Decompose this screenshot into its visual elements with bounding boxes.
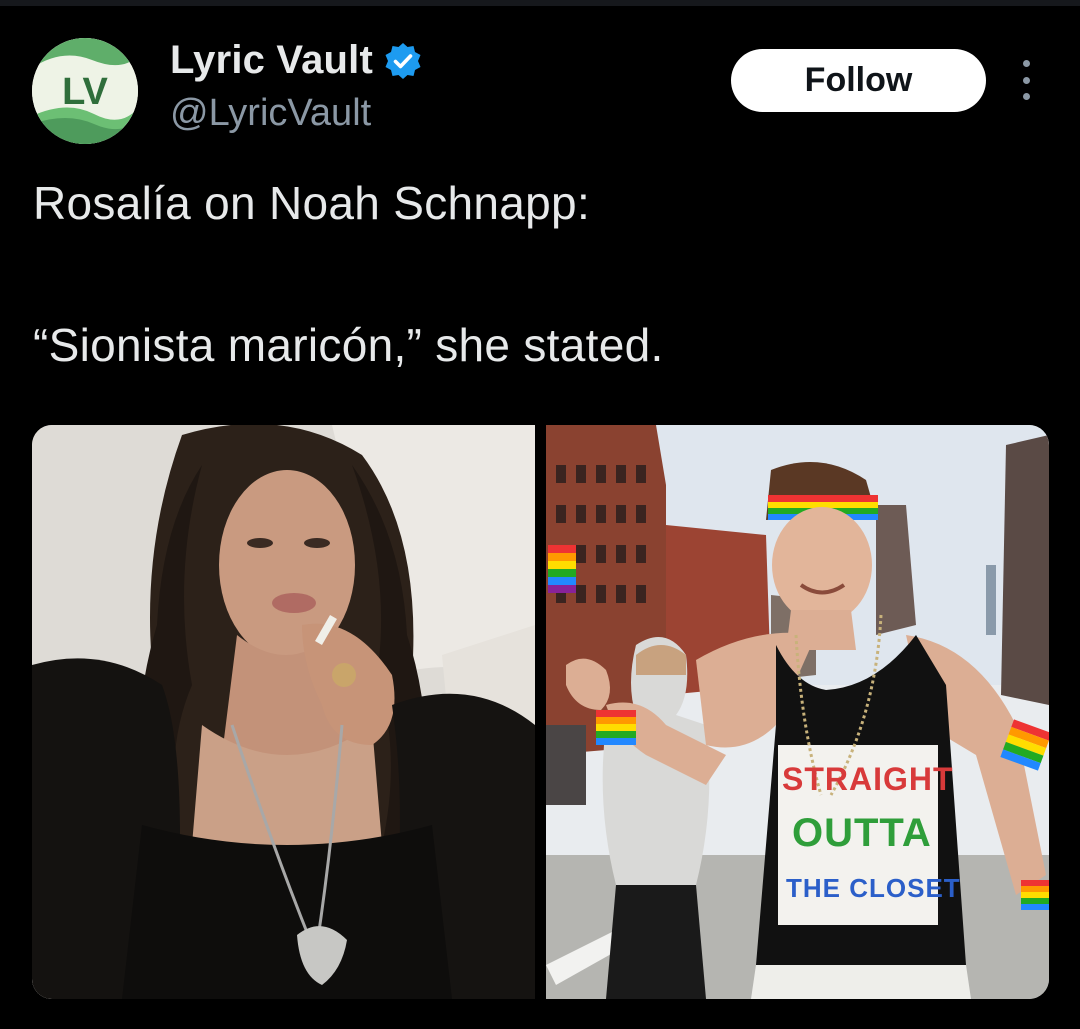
more-options-icon[interactable] (1008, 60, 1044, 100)
avatar-initials: LV (62, 71, 108, 113)
follow-button[interactable]: Follow (731, 49, 986, 112)
avatar[interactable]: LV (32, 38, 138, 144)
author-handle[interactable]: @LyricVault (170, 92, 371, 135)
tweet-card: LV Lyric Vault @LyricVault Follow Rosalí… (0, 0, 1080, 1029)
top-divider (0, 0, 1080, 6)
verified-badge-icon (383, 41, 423, 81)
media-grid: STRAIGHT OUTTA THE CLOSET (32, 425, 1049, 999)
shirt-text-line-1: STRAIGHT (782, 761, 954, 797)
shirt-text-line-2: OUTTA (792, 811, 932, 855)
author-name-row[interactable]: Lyric Vault (170, 38, 423, 83)
tweet-text-line-2: “Sionista maricón,” she stated. (33, 319, 664, 371)
author-display-name[interactable]: Lyric Vault (170, 38, 373, 83)
media-image-left[interactable] (32, 425, 535, 999)
media-image-right[interactable]: STRAIGHT OUTTA THE CLOSET (546, 425, 1049, 999)
shirt-text-line-3: THE CLOSET (786, 873, 961, 903)
tweet-text-line-1: Rosalía on Noah Schnapp: (33, 177, 591, 229)
